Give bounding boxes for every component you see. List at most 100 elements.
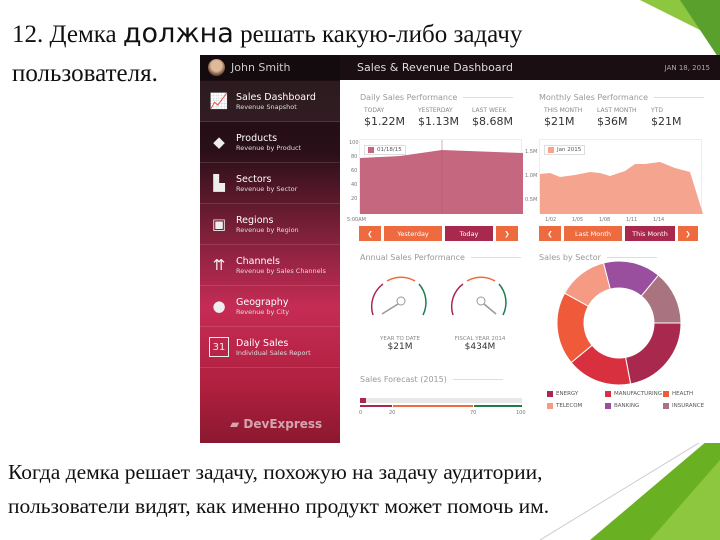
gauge-ytd-label: YEAR TO DATE $21M [380, 336, 420, 352]
next-button[interactable]: ❯ [678, 226, 698, 241]
y-tick: 80 [351, 154, 358, 160]
x-tick: 1/05 [572, 217, 584, 223]
y-tick: 60 [351, 168, 358, 174]
sidebar-item-daily-sales[interactable]: 31 Daily Sales Individual Sales Report [200, 327, 340, 368]
sidebar-item-products[interactable]: ◆ Products Revenue by Product [200, 122, 340, 163]
legend-label: ENERGY [556, 391, 579, 397]
calendar-icon: 31 [209, 337, 229, 357]
kpi-this-month: THIS MONTH $21M [544, 107, 583, 128]
avatar [208, 59, 225, 76]
forecast-tick: 20 [389, 410, 396, 416]
sidebar-item-regions[interactable]: ▣ Regions Revenue by Region [200, 204, 340, 245]
monthly-chart: Jan 2015 [539, 139, 703, 214]
daily-legend: 01/18/15 [364, 145, 406, 155]
x-tick: 5:00AM [347, 217, 366, 223]
forecast-tick: 0 [359, 410, 363, 416]
gauge-fy2014 [450, 276, 507, 316]
green-corner-decoration-top [640, 0, 720, 60]
devexpress-logo: ▰ DevExpress [230, 417, 323, 431]
forecast-bar [360, 398, 522, 403]
sidebar-item-sectors[interactable]: ▙ Sectors Revenue by Sector [200, 163, 340, 204]
x-tick: 1/11 [626, 217, 638, 223]
y-tick: 0.5M [525, 197, 538, 203]
nav-label: Daily Sales [236, 337, 289, 349]
nav-sub: Revenue by Sector [236, 184, 298, 193]
monthly-legend: Jan 2015 [544, 145, 586, 155]
legend-label: HEALTH [672, 391, 694, 397]
buildings-icon: ▙ [213, 174, 225, 192]
nav-sub: Individual Sales Report [236, 348, 311, 357]
forecast-title: Sales Forecast (2015) [360, 375, 503, 384]
forecast-tick: 70 [470, 410, 477, 416]
last-month-button[interactable]: Last Month [564, 226, 622, 241]
next-button[interactable]: ❯ [496, 226, 518, 241]
nav-label: Geography [236, 296, 289, 308]
nav-label: Sales Dashboard [236, 91, 316, 103]
prev-button[interactable]: ❮ [539, 226, 561, 241]
slide-title-line2: пользователя. [12, 60, 158, 87]
yesterday-button[interactable]: Yesterday [384, 226, 442, 241]
legend-item-health: HEALTH [663, 391, 693, 397]
nav-label: Sectors [236, 173, 272, 185]
daily-title: Daily Sales Performance [360, 93, 513, 102]
slide-title: 12. Демка должна решать какую-либо задач… [12, 18, 523, 49]
forecast-tick: 100 [516, 410, 526, 416]
legend-item-insurance: INSURANCE [663, 403, 704, 409]
box-icon: ◆ [213, 133, 225, 151]
prev-button[interactable]: ❮ [359, 226, 381, 241]
today-button[interactable]: Today [445, 226, 493, 241]
caption-line1: Когда демка решает задачу, похожую на за… [8, 460, 543, 484]
kpi-yesterday: YESTERDAY $1.13M [418, 107, 459, 128]
legend-label: BANKING [614, 403, 640, 409]
caption-line2: пользователи видят, как именно продукт м… [8, 494, 550, 518]
nav-sub: Revenue by City [236, 307, 290, 316]
gauge-ytd [370, 276, 427, 316]
y-tick: 1.5M [525, 149, 538, 155]
legend-label: INSURANCE [672, 403, 705, 409]
kpi-last-month: LAST MONTH $36M [597, 107, 637, 128]
map-icon: ▣ [211, 215, 227, 233]
legend-item-energy: ENERGY [547, 391, 578, 397]
kpi-ytd: YTD $21M [651, 107, 682, 128]
legend-item-telecom: TELECOM [547, 403, 582, 409]
nav-label: Channels [236, 255, 280, 267]
x-tick: 1/08 [599, 217, 611, 223]
kpi-last-week: LAST WEEK $8.68M [472, 107, 513, 128]
sector-donut [556, 260, 682, 386]
sidebar-item-geography[interactable]: ● Geography Revenue by City [200, 286, 340, 327]
y-tick: 20 [351, 196, 358, 202]
legend-swatch [663, 391, 669, 397]
line-chart-icon: 📈 [209, 92, 229, 110]
sidebar: John Smith 📈 Sales Dashboard Revenue Snaps… [200, 55, 340, 443]
sidebar-item-sales-dashboard[interactable]: 📈 Sales Dashboard Revenue Snapshot [200, 81, 340, 122]
this-month-button[interactable]: This Month [625, 226, 675, 241]
header-date: JAN 18, 2015 [664, 63, 710, 72]
user-bar[interactable]: John Smith [200, 55, 340, 80]
nav-label: Products [236, 132, 278, 144]
y-tick: 40 [351, 182, 358, 188]
nav-sub: Revenue by Product [236, 143, 302, 152]
donut-slice-energy [624, 322, 682, 385]
daily-nav: ❮ Yesterday Today ❯ [359, 226, 518, 241]
user-name: John Smith [231, 61, 291, 74]
legend-swatch [605, 391, 611, 397]
legend-item-manufacturing: MANUFACTURING [605, 391, 662, 397]
dashboard-screenshot: John Smith 📈 Sales Dashboard Revenue Snaps… [200, 55, 720, 443]
nav-label: Regions [236, 214, 274, 226]
legend-swatch [547, 391, 553, 397]
monthly-title: Monthly Sales Performance [539, 93, 704, 102]
legend-swatch [605, 403, 611, 409]
monthly-nav: ❮ Last Month This Month ❯ [539, 226, 698, 241]
header: Sales & Revenue Dashboard JAN 18, 2015 [340, 55, 720, 80]
annual-title: Annual Sales Performance [360, 253, 521, 262]
daily-chart: 01/18/15 [359, 139, 523, 214]
sidebar-item-channels[interactable]: ⇈ Channels Revenue by Sales Channels [200, 245, 340, 286]
globe-icon: ● [212, 297, 226, 315]
nav-sub: Revenue by Sales Channels [236, 266, 326, 275]
forecast-ranges [360, 405, 522, 407]
arrows-up-icon: ⇈ [212, 256, 226, 274]
legend-label: TELECOM [556, 403, 583, 409]
y-tick: 100 [349, 140, 359, 146]
dashboard-title: Sales & Revenue Dashboard [357, 61, 513, 74]
green-corner-decoration-bottom [539, 430, 720, 540]
